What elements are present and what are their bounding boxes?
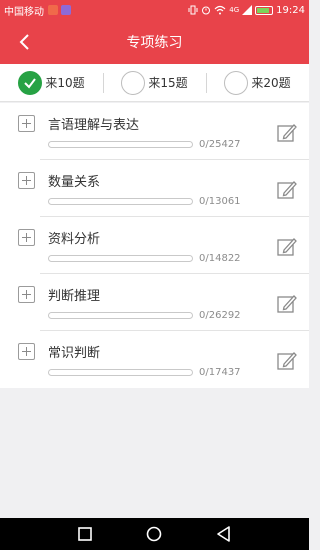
back-icon (217, 526, 230, 542)
notification-purple-icon (61, 5, 71, 15)
edit-icon[interactable] (276, 350, 298, 372)
category-title: 言语理解与表达 (48, 118, 140, 133)
progress-count: 0/17437 (199, 367, 241, 378)
expand-plus-icon[interactable] (18, 229, 35, 246)
network-type-label: 4G (229, 6, 240, 14)
home-icon (147, 526, 162, 542)
question-count-selector: 来10题 来15题 来20题 (0, 64, 309, 102)
notification-red-icon (48, 5, 58, 15)
option-label: 来10题 (45, 76, 85, 90)
home-button[interactable] (144, 524, 164, 544)
progress-count: 0/13061 (199, 196, 241, 207)
expand-plus-icon[interactable] (18, 286, 35, 303)
recent-apps-button[interactable] (75, 524, 95, 544)
category-title: 资料分析 (48, 232, 101, 247)
alarm-icon (202, 6, 211, 15)
category-list: 言语理解与表达 0/25427 数量关系 0/13061 资料分析 0/1482… (0, 103, 309, 388)
carrier-label: 中国移动 (4, 6, 44, 18)
radio-unchecked-icon (224, 70, 249, 95)
edit-icon[interactable] (276, 236, 298, 258)
progress-count: 0/14822 (199, 253, 241, 264)
category-title: 判断推理 (48, 289, 101, 304)
edit-icon[interactable] (276, 179, 298, 201)
recent-apps-icon (78, 527, 92, 541)
option-10[interactable]: 来10题 (0, 64, 103, 101)
battery-icon (255, 5, 274, 15)
progress-bar (48, 141, 193, 148)
option-15[interactable]: 来15题 (103, 64, 206, 101)
back-arrow-icon (19, 34, 29, 50)
status-bar: 中国移动 4G 19:24 (0, 0, 309, 20)
system-nav-bar (0, 518, 309, 550)
option-label: 来15题 (148, 76, 188, 90)
progress-count: 0/25427 (199, 139, 241, 150)
expand-plus-icon[interactable] (18, 343, 35, 360)
radio-unchecked-icon (121, 70, 146, 95)
expand-plus-icon[interactable] (18, 172, 35, 189)
expand-plus-icon[interactable] (18, 115, 35, 132)
progress-bar (48, 255, 193, 262)
wifi-icon (214, 5, 226, 15)
vibrate-icon (188, 5, 198, 15)
list-item[interactable]: 数量关系 0/13061 (0, 160, 309, 217)
back-button[interactable] (12, 30, 36, 54)
system-back-button[interactable] (214, 524, 234, 544)
category-title: 数量关系 (48, 175, 101, 190)
progress-bar (48, 369, 193, 376)
list-item[interactable]: 言语理解与表达 0/25427 (0, 103, 309, 160)
option-label: 来20题 (251, 76, 291, 90)
header: 专项练习 (0, 20, 309, 64)
list-item[interactable]: 常识判断 0/17437 (0, 331, 309, 388)
progress-bar (48, 312, 193, 319)
signal-icon (242, 5, 253, 15)
category-title: 常识判断 (48, 346, 101, 361)
page-title: 专项练习 (126, 35, 183, 51)
edit-icon[interactable] (276, 293, 298, 315)
progress-count: 0/26292 (199, 310, 241, 321)
edit-icon[interactable] (276, 122, 298, 144)
list-item[interactable]: 判断推理 0/26292 (0, 274, 309, 331)
radio-checked-icon (18, 70, 43, 95)
list-item[interactable]: 资料分析 0/14822 (0, 217, 309, 274)
progress-bar (48, 198, 193, 205)
option-20[interactable]: 来20题 (206, 64, 309, 101)
clock-label: 19:24 (276, 4, 305, 16)
